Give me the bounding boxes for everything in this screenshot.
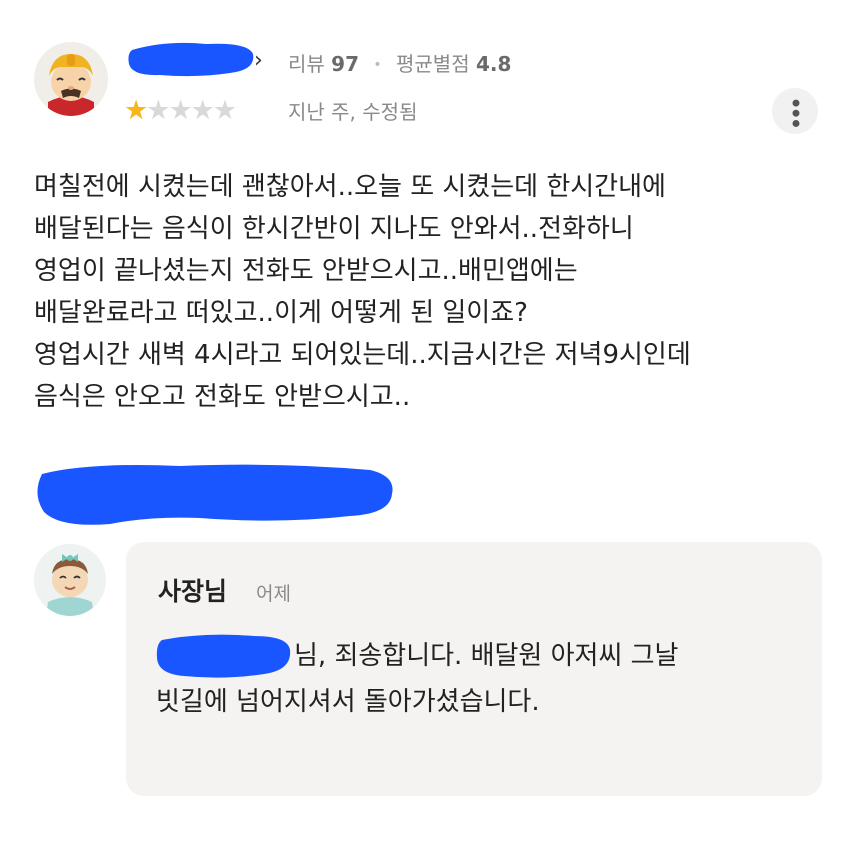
reply-date: 어제 xyxy=(256,583,291,605)
reviewer-stats: 리뷰 97 • 평균별점 4.8 xyxy=(288,51,511,78)
review-body-line: 영업시간 새벽 4시라고 되어있는데..지금시간은 저녁9시인데 xyxy=(34,340,691,370)
owner-reply-card: 사장님 어제 님, 죄송합니다. 배달원 아저씨 그날 빗길에 넘어지셔서 돌아… xyxy=(126,542,822,796)
reviewer-avatar-illustration xyxy=(34,42,108,116)
more-options-button[interactable]: ••• xyxy=(772,88,818,134)
star-empty-icon: ★ xyxy=(212,95,237,126)
star-filled-icon: ★ xyxy=(124,95,148,126)
more-vertical-icon: ••• xyxy=(781,95,809,127)
review-body-line: 며칠전에 시켰는데 괜찮아서..오늘 또 시켰는데 한시간내에 xyxy=(34,172,666,202)
average-rating-label: 평균별점 xyxy=(396,52,470,76)
review-body-line: 배달된다는 음식이 한시간반이 지나도 안와서..전화하니 xyxy=(34,214,634,244)
star-rating: ★★★★★ xyxy=(124,95,237,127)
review-date: 지난 주, 수정됨 xyxy=(288,100,418,124)
ordered-menu-redaction xyxy=(37,464,393,525)
review-count-label: 리뷰 xyxy=(288,52,325,76)
owner-avatar-illustration xyxy=(34,544,106,616)
review-body-line: 음식은 안오고 전화도 안받으시고.. xyxy=(34,382,411,412)
reply-text-line-2: 빗길에 넘어지셔서 돌아가셨습니다. xyxy=(156,687,540,717)
review-count-value: 97 xyxy=(331,52,360,76)
reviewer-avatar[interactable] xyxy=(34,42,108,116)
reviewer-profile-chevron-icon[interactable]: › xyxy=(254,50,263,72)
average-rating-value: 4.8 xyxy=(475,52,512,76)
review-body-line: 배달완료라고 떠있고..이게 어떻게 된 일이죠? xyxy=(34,298,528,328)
review-body-line: 영업이 끝나셨는지 전화도 안받으시고..배민앱에는 xyxy=(34,256,578,286)
owner-name: 사장님 xyxy=(158,577,228,606)
stats-separator: • xyxy=(373,57,382,73)
owner-avatar xyxy=(34,544,106,616)
customer-name-redaction xyxy=(156,634,291,678)
reply-text-line-1: 님, 죄송합니다. 배달원 아저씨 그날 xyxy=(294,641,679,671)
review-card: › 리뷰 97 • 평균별점 4.8 ★★★★★ 지난 주, 수정됨 ••• 며… xyxy=(0,0,850,540)
review-body: 며칠전에 시켰는데 괜찮아서..오늘 또 시켰는데 한시간내에 배달된다는 음식… xyxy=(34,166,834,418)
star-empty-icon: ★ xyxy=(168,95,192,126)
reviewer-name-redaction xyxy=(128,42,254,77)
star-empty-icon: ★ xyxy=(190,95,215,126)
star-empty-icon: ★ xyxy=(146,95,170,126)
